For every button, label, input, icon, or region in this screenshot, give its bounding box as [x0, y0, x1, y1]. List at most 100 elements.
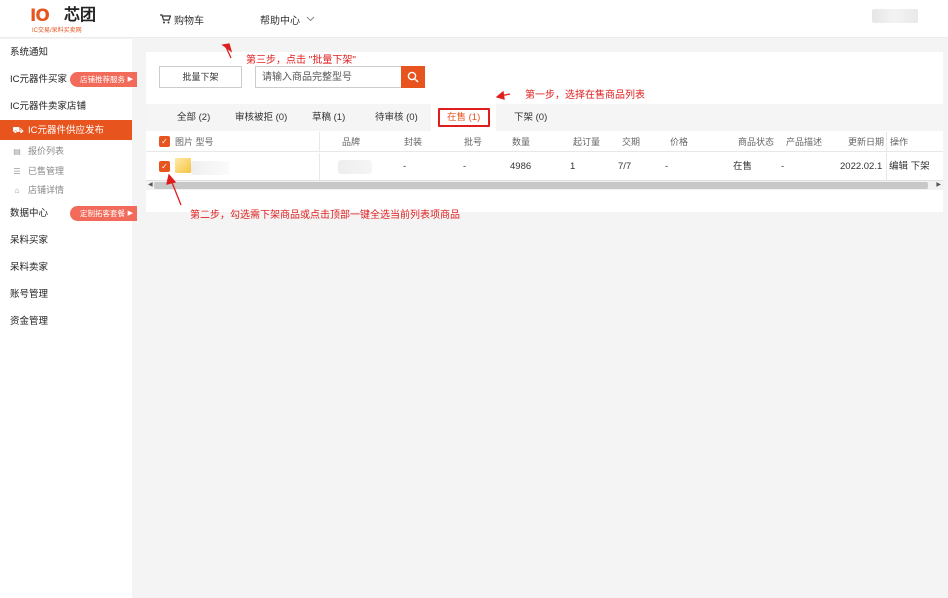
- col-brand: 品牌: [342, 137, 361, 147]
- model-blurred: [191, 161, 229, 175]
- sidebar-sub-label: 店铺详情: [28, 185, 65, 195]
- search-icon: [407, 71, 419, 83]
- col-operations: 操作: [890, 137, 909, 147]
- help-center-menu[interactable]: 帮助中心: [260, 11, 315, 27]
- cell-package: -: [403, 161, 407, 172]
- edit-link[interactable]: 编辑: [889, 161, 908, 172]
- col-package: 封装: [404, 137, 423, 147]
- col-updated: 更新日期: [848, 137, 885, 147]
- sidebar-item-surplus-buyer[interactable]: 呆料买家: [0, 231, 132, 251]
- cell-batch: -: [463, 161, 467, 172]
- delist-link[interactable]: 下架: [911, 161, 930, 172]
- tab-pending-review[interactable]: 待审核 (0): [375, 104, 418, 131]
- sidebar-sub-quote-list[interactable]: ▤ 报价列表: [12, 143, 64, 159]
- sidebar-sub-label: 报价列表: [28, 146, 65, 156]
- sidebar-item-funds[interactable]: 资金管理: [0, 312, 132, 332]
- row-checkbox[interactable]: ✓: [159, 161, 170, 172]
- tag-label: 定制拓客套餐: [80, 209, 125, 218]
- sidebar-item-label: IC元器件供应发布: [28, 125, 105, 136]
- user-account-blurred[interactable]: [872, 9, 918, 23]
- table-row[interactable]: ✓ - - 4986 1 7/7 - 在售 - 2022.02.1 编辑 下架: [146, 153, 943, 180]
- horizontal-scrollbar[interactable]: ◀ ▶: [146, 180, 943, 190]
- caret-right-icon: ▶: [127, 210, 133, 217]
- sidebar-item-label: 系统通知: [10, 47, 49, 58]
- cell-description: -: [781, 161, 785, 172]
- cell-moq: 1: [570, 161, 576, 172]
- truck-icon: ⛟: [12, 125, 24, 135]
- batch-delist-button[interactable]: 批量下架: [159, 66, 242, 88]
- select-all-checkbox[interactable]: ✓: [159, 136, 170, 147]
- quote-icon: ▤: [13, 147, 21, 156]
- sidebar-item-label: 资金管理: [10, 316, 49, 327]
- logo-name: 芯团: [64, 7, 97, 24]
- cart-icon: [160, 14, 171, 24]
- site-logo[interactable]: IO 芯团 IC交易/呆料买卖网: [30, 6, 102, 34]
- cell-price: -: [665, 161, 669, 172]
- tab-all[interactable]: 全部 (2): [177, 104, 210, 131]
- sidebar-item-label: 数据中心: [10, 208, 49, 219]
- annotation-step3: 第三步，点击 "批量下架": [246, 55, 356, 66]
- search-input[interactable]: [255, 66, 401, 88]
- col-description: 产品描述: [786, 137, 823, 147]
- sidebar-item-label: IC元器件卖家店铺: [10, 101, 87, 112]
- sidebar: 系统通知 IC元器件买家 店铺推荐服务 ▶ IC元器件卖家店铺 ⛟ IC元器件供应…: [0, 39, 137, 598]
- tag-label: 店铺推荐服务: [80, 75, 125, 84]
- top-header: IO 芯团 IC交易/呆料买卖网 购物车 帮助中心: [0, 0, 948, 38]
- col-quantity: 数量: [512, 137, 531, 147]
- status-tabs: 全部 (2) 审核被拒 (0) 草稿 (1) 待审核 (0) 在售 (1) 下架…: [146, 104, 943, 131]
- sidebar-sub-sold-management[interactable]: ☰ 已售管理: [12, 163, 64, 179]
- sidebar-item-ic-seller-shop[interactable]: IC元器件卖家店铺: [0, 97, 132, 117]
- scrollbar-thumb[interactable]: [154, 182, 928, 189]
- tab-draft[interactable]: 草稿 (1): [312, 104, 345, 131]
- sidebar-item-system-notice[interactable]: 系统通知: [0, 43, 132, 63]
- cell-updated: 2022.02.1: [840, 161, 883, 172]
- cell-lead-time: 7/7: [618, 161, 632, 172]
- col-image-model: 图片 型号: [175, 137, 214, 147]
- cart-label: 购物车: [174, 15, 204, 27]
- annotation-step1: 第一步，选择在售商品列表: [525, 90, 645, 101]
- brand-blurred: [338, 160, 372, 174]
- cart-link[interactable]: 购物车: [160, 11, 204, 27]
- step3-arrowhead: [221, 43, 233, 53]
- cell-quantity: 4986: [510, 161, 532, 172]
- shop-icon: ⌂: [14, 186, 20, 195]
- col-batch: 批号: [464, 137, 483, 147]
- sidebar-item-account[interactable]: 账号管理: [0, 285, 132, 305]
- col-price: 价格: [670, 137, 689, 147]
- logo-mark: IO: [30, 6, 50, 26]
- cell-status: 在售: [733, 161, 753, 172]
- sold-icon: ☰: [13, 167, 21, 176]
- sidebar-sub-label: 已售管理: [28, 166, 65, 176]
- product-thumbnail: [175, 158, 191, 173]
- column-divider: [886, 132, 887, 152]
- column-divider: [319, 153, 320, 180]
- tab-on-sale[interactable]: 在售 (1): [431, 104, 496, 131]
- help-label: 帮助中心: [260, 15, 300, 27]
- sidebar-item-surplus-seller[interactable]: 呆料卖家: [0, 258, 132, 278]
- column-divider: [886, 153, 887, 180]
- sidebar-item-label: 呆料卖家: [10, 262, 49, 273]
- col-moq: 起订量: [573, 137, 601, 147]
- column-divider: [319, 132, 320, 152]
- sidebar-item-label: 账号管理: [10, 289, 49, 300]
- cell-operations: 编辑 下架: [889, 153, 930, 180]
- col-lead-time: 交期: [622, 137, 641, 147]
- sidebar-item-label: 呆料买家: [10, 235, 49, 246]
- scroll-right-icon[interactable]: ▶: [936, 181, 941, 190]
- table-header: ✓ 图片 型号 品牌 封装 批号 数量 起订量 交期 价格 商品状态 产品描述 …: [146, 132, 943, 152]
- product-list-panel: 批量下架 全部 (2) 审核被拒 (0) 草稿 (1) 待审核 (0) 在售 (…: [146, 52, 943, 212]
- tag-custom-package[interactable]: 定制拓客套餐 ▶: [70, 206, 137, 221]
- chevron-down-icon: [306, 16, 315, 22]
- sidebar-item-label: IC元器件买家: [10, 74, 68, 85]
- tag-shop-recommend-service[interactable]: 店铺推荐服务 ▶: [70, 72, 137, 87]
- sidebar-item-ic-supply-publish[interactable]: ⛟ IC元器件供应发布: [0, 120, 132, 140]
- col-status: 商品状态: [738, 137, 775, 147]
- logo-slogan: IC交易/呆料买卖网: [32, 28, 82, 34]
- search-button[interactable]: [401, 66, 425, 88]
- tab-delisted[interactable]: 下架 (0): [514, 104, 547, 131]
- tab-rejected[interactable]: 审核被拒 (0): [235, 104, 287, 131]
- caret-right-icon: ▶: [127, 76, 133, 83]
- annotation-step2: 第二步，勾选需下架商品或点击顶部一键全选当前列表项商品: [190, 210, 460, 221]
- sidebar-sub-shop-details[interactable]: ⌂ 店铺详情: [12, 182, 64, 198]
- scroll-left-icon[interactable]: ◀: [148, 181, 153, 190]
